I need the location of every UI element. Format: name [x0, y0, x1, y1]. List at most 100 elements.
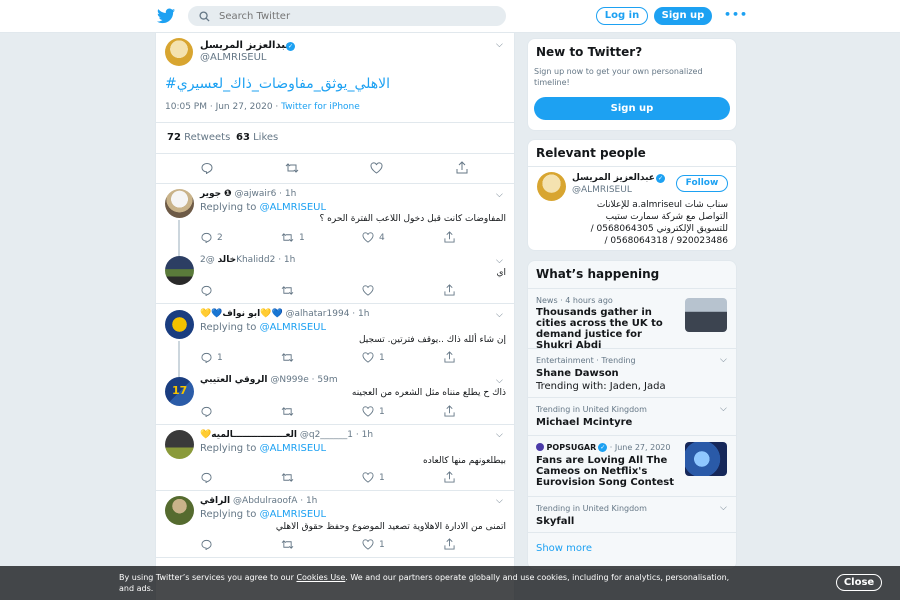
trend-item[interactable]: Entertainment · Trending Shane Dawson Tr… [528, 348, 736, 397]
share-icon[interactable] [444, 538, 455, 550]
chevron-down-icon[interactable]: ⌵ [496, 310, 503, 320]
mention-link[interactable]: @ALMRISEUL [260, 509, 327, 520]
twitter-bird-icon[interactable] [157, 8, 175, 24]
like-icon[interactable] [362, 472, 374, 483]
chevron-down-icon[interactable]: ⌵ [496, 496, 503, 506]
retweet-icon[interactable] [281, 285, 294, 296]
author-handle[interactable]: @alhatar1994 · 1h [286, 309, 370, 319]
avatar-badge: 17 [172, 384, 188, 397]
avatar[interactable] [165, 256, 194, 285]
reply-text: بيطلعونهم منها كالعاده [423, 456, 506, 466]
author-name[interactable]: عبدالعزيز المريسل [200, 40, 292, 51]
author-name[interactable]: 💛💙ابو نواف💛💙 [200, 309, 283, 319]
cookie-close-button[interactable]: Close [836, 574, 882, 591]
reply-text: اتمنى من الادارة الاهلاوية تصعيد الموضوع… [275, 522, 506, 532]
signup-button[interactable]: Sign up [654, 7, 712, 25]
author-handle[interactable]: @ajwair6 · 1h [234, 189, 296, 199]
card-title: Relevant people [536, 146, 646, 160]
search-input[interactable] [219, 9, 489, 24]
reply-icon[interactable] [201, 472, 212, 483]
cookies-use-link[interactable]: Cookies Use [296, 573, 345, 582]
chevron-down-icon[interactable]: ⌵ [496, 40, 503, 50]
trend-meta: News · 4 hours ago [536, 296, 613, 305]
reply-icon[interactable] [201, 162, 213, 174]
like-icon[interactable] [362, 232, 374, 243]
like-icon[interactable] [362, 285, 374, 296]
retweet-stats[interactable]: 72 Retweets [167, 132, 230, 143]
share-icon[interactable] [444, 471, 455, 483]
author-handle[interactable]: @q2______1 · 1h [300, 430, 373, 440]
avatar[interactable] [165, 430, 194, 459]
reply-icon[interactable] [201, 539, 212, 550]
verified-badge-icon: ✓ [598, 443, 608, 452]
reply-icon[interactable] [201, 232, 212, 243]
like-count: 63 [236, 132, 250, 143]
person-name[interactable]: عبدالعزيز المريسل [572, 173, 655, 183]
tweet-source[interactable]: Twitter for iPhone [281, 102, 360, 112]
reply-icon[interactable] [201, 285, 212, 296]
search-bar[interactable] [188, 6, 506, 26]
avatar[interactable] [165, 310, 194, 339]
sidebar-signup-button[interactable]: Sign up [534, 97, 730, 120]
trend-item[interactable]: Trending in United Kingdom Skyfall ⌵ [528, 496, 736, 532]
mention-link[interactable]: @ALMRISEUL [260, 202, 327, 213]
author-name[interactable]: جوير [200, 189, 221, 199]
trend-item[interactable]: POPSUGAR ✓ · June 27, 2020 Fans are Lovin… [528, 435, 736, 496]
author-name[interactable]: الروقي العتيبي [200, 375, 267, 385]
show-more-link[interactable]: Show more [536, 543, 592, 554]
trend-item[interactable]: Trending in United Kingdom Michael Mcint… [528, 397, 736, 435]
like-icon[interactable] [362, 406, 374, 417]
like-stats[interactable]: 63 Likes [236, 132, 278, 143]
tweet-timestamp[interactable]: 10:05 PM · Jun 27, 2020 · [165, 102, 281, 112]
retweet-icon[interactable] [281, 406, 294, 417]
retweet-icon[interactable] [281, 472, 294, 483]
author-name[interactable]: 💛العـــــــــــــــــالميه [200, 430, 297, 440]
share-icon[interactable] [444, 405, 455, 417]
author-name[interactable]: خالد [218, 255, 236, 265]
chevron-down-icon[interactable]: ⌵ [496, 376, 503, 386]
chevron-down-icon[interactable]: ⌵ [720, 404, 727, 414]
trend-item[interactable]: News · 4 hours ago Thousands gather in c… [528, 288, 736, 351]
retweet-icon[interactable] [281, 539, 294, 550]
person-handle[interactable]: @ALMRISEUL [572, 185, 632, 195]
chevron-down-icon[interactable]: ⌵ [496, 256, 503, 266]
cookie-banner: By using Twitter’s services you agree to… [0, 566, 900, 600]
mention-link[interactable]: @ALMRISEUL [260, 322, 327, 333]
share-icon[interactable] [444, 284, 455, 296]
mention-link[interactable]: @ALMRISEUL [260, 443, 327, 454]
tweet-hashtag[interactable]: #الاهلي_يوثق_مفاوضات_ذاك_لعسيري [165, 76, 390, 92]
publisher-name[interactable]: POPSUGAR [547, 443, 597, 452]
author-handle[interactable]: @N999e · 59m [270, 375, 337, 385]
avatar[interactable] [165, 496, 194, 525]
retweet-icon[interactable] [281, 352, 294, 363]
more-options-icon[interactable]: ••• [724, 8, 748, 21]
reply-icon[interactable] [201, 352, 212, 363]
login-button[interactable]: Log in [596, 7, 648, 25]
new-to-twitter-card: New to Twitter? Sign up now to get your … [527, 38, 737, 131]
share-icon[interactable] [444, 231, 455, 243]
chevron-down-icon[interactable]: ⌵ [720, 503, 727, 513]
author-handle[interactable]: @AbdulraoofA · 1h [233, 496, 317, 506]
author-handle[interactable]: @ALMRISEUL [200, 52, 267, 63]
author-handle[interactable]: @2Khalidd2 · 1h [200, 255, 295, 265]
publisher-logo-icon [536, 443, 544, 451]
like-icon[interactable] [362, 539, 374, 550]
reply-icon[interactable] [201, 406, 212, 417]
avatar[interactable] [165, 38, 193, 66]
retweet-count: 1 [299, 233, 305, 243]
chevron-down-icon[interactable]: ⌵ [496, 190, 503, 200]
reply-text: المفاوضات كانت قبل دخول اللاعب الفترة ال… [319, 214, 506, 224]
avatar[interactable] [537, 172, 566, 201]
chevron-down-icon[interactable]: ⌵ [720, 355, 727, 365]
trend-thumbnail [685, 298, 727, 332]
retweet-icon[interactable] [285, 162, 299, 174]
share-icon[interactable] [456, 161, 468, 174]
follow-button[interactable]: Follow [676, 175, 728, 192]
chevron-down-icon[interactable]: ⌵ [496, 430, 503, 440]
like-icon[interactable] [370, 162, 383, 174]
avatar[interactable] [165, 189, 194, 218]
author-name[interactable]: الراقي [200, 496, 230, 506]
like-icon[interactable] [362, 352, 374, 363]
share-icon[interactable] [444, 351, 455, 363]
retweet-icon[interactable] [281, 232, 294, 243]
